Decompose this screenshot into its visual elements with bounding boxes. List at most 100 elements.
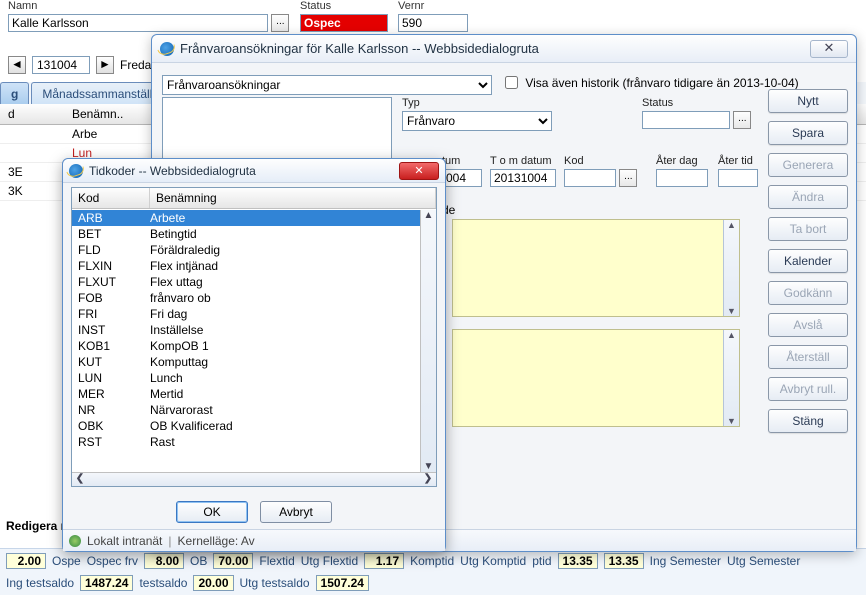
cell [8, 127, 72, 141]
list-item[interactable]: INSTInställelse [72, 322, 420, 338]
request-listbox[interactable] [162, 97, 392, 165]
close-button[interactable]: ✕ [810, 40, 848, 58]
list-item[interactable]: LUNLunch [72, 370, 420, 386]
code-cell: LUN [72, 371, 150, 385]
code-cell: MER [72, 387, 150, 401]
scroll-up-icon[interactable]: ▲ [421, 210, 436, 221]
list-item[interactable]: FOBfrånvaro ob [72, 290, 420, 306]
kod-input[interactable] [564, 169, 616, 187]
col-header-2[interactable]: Benämn.. [72, 107, 136, 121]
code-cell: KUT [72, 355, 150, 369]
summary-label: Utg Flextid [301, 554, 358, 568]
namn-lookup-button[interactable]: ... [271, 14, 289, 32]
kalender-button[interactable]: Kalender [768, 249, 848, 273]
name-cell: Föräldraledig [150, 243, 420, 257]
list-item[interactable]: FLXINFlex intjänad [72, 258, 420, 274]
date-prev-button[interactable]: ◄ [8, 56, 26, 74]
close-button[interactable]: ✕ [399, 162, 439, 180]
summary-value: 8.00 [144, 553, 184, 569]
to-date-input[interactable] [490, 169, 556, 187]
summary-label: Ospe [52, 554, 81, 568]
scroll-down-icon[interactable]: ▼ [421, 461, 436, 472]
name-cell: Komputtag [150, 355, 420, 369]
status-input[interactable] [300, 14, 388, 32]
nytt-button[interactable]: Nytt [768, 89, 848, 113]
scroll-right-icon[interactable]: ❯ [420, 473, 436, 486]
summary-label: testsaldo [139, 576, 187, 590]
cancel-button[interactable]: Avbryt [260, 501, 332, 523]
cell [8, 146, 72, 160]
code-cell: INST [72, 323, 150, 337]
name-cell: Arbete [150, 211, 420, 225]
list-item[interactable]: KUTKomputtag [72, 354, 420, 370]
summary-label: Komptid [410, 554, 454, 568]
vernr-input[interactable] [398, 14, 468, 32]
scroll-left-icon[interactable]: ❮ [72, 473, 88, 486]
scroll-down-icon[interactable]: ▼ [724, 416, 739, 426]
scroll-up-icon[interactable]: ▲ [724, 330, 739, 340]
notes-textarea-1[interactable]: ▲▼ [452, 219, 740, 317]
status2-lookup-button[interactable]: ... [733, 111, 751, 129]
col-header-benamning[interactable]: Benämning [150, 188, 436, 208]
list-item[interactable]: NRNärvarorast [72, 402, 420, 418]
list-item[interactable]: FLXUTFlex uttag [72, 274, 420, 290]
summary-label: Ing Semester [650, 554, 721, 568]
list-item[interactable]: KOB1KompOB 1 [72, 338, 420, 354]
atertid-input[interactable] [718, 169, 758, 187]
tab-current[interactable]: g [0, 82, 29, 105]
typ-select[interactable]: Frånvaro [402, 111, 552, 131]
list-item[interactable]: BETBetingtid [72, 226, 420, 242]
aterdag-input[interactable] [656, 169, 708, 187]
avsl--button: Avslå [768, 313, 848, 337]
scroll-up-icon[interactable]: ▲ [724, 220, 739, 230]
date-input[interactable] [32, 56, 90, 74]
status2-input[interactable] [642, 111, 730, 129]
code-cell: NR [72, 403, 150, 417]
name-cell: frånvaro ob [150, 291, 420, 305]
ok-button[interactable]: OK [176, 501, 248, 523]
col-header-kod[interactable]: Kod [72, 188, 150, 208]
list-item[interactable]: RSTRast [72, 434, 420, 450]
scroll-down-icon[interactable]: ▼ [724, 306, 739, 316]
namn-input[interactable] [8, 14, 268, 32]
cell: Arbe [72, 127, 136, 141]
code-cell: FLD [72, 243, 150, 257]
request-type-select[interactable]: Frånvaroansökningar [162, 75, 492, 95]
from-date-input[interactable] [442, 169, 482, 187]
dialog-title: Tidkoder -- Webbsidedialogruta [89, 164, 393, 178]
name-cell: Inställelse [150, 323, 420, 337]
from-date-label: tum [442, 155, 482, 167]
name-cell: Lunch [150, 371, 420, 385]
code-listbox[interactable]: Kod Benämning ARBArbeteBETBetingtidFLDFö… [71, 187, 437, 487]
kod-lookup-button[interactable]: ... [619, 169, 637, 187]
status-label: Status [300, 0, 388, 12]
generera-button: Generera [768, 153, 848, 177]
spara-button[interactable]: Spara [768, 121, 848, 145]
summary-label: Flextid [259, 554, 294, 568]
kod-label: Kod [564, 155, 637, 167]
summary-value: 1507.24 [316, 575, 369, 591]
notes-textarea-2[interactable]: ▲▼ [452, 329, 740, 427]
show-history-checkbox[interactable] [505, 76, 518, 89]
list-item[interactable]: ARBArbete [72, 210, 420, 226]
list-item[interactable]: OBKOB Kvalificerad [72, 418, 420, 434]
code-cell: FLXUT [72, 275, 150, 289]
name-cell: Flex intjänad [150, 259, 420, 273]
vernr-label: Vernr [398, 0, 468, 12]
summary-value: 2.00 [6, 553, 46, 569]
summary-label: ptid [532, 554, 551, 568]
name-cell: Rast [150, 435, 420, 449]
col-header-1[interactable]: d [8, 107, 72, 121]
name-cell: Flex uttag [150, 275, 420, 289]
list-item[interactable]: MERMertid [72, 386, 420, 402]
status-kernel: Kernelläge: Av [178, 534, 255, 548]
summary-bar: 2.00OspeOspec frv8.00OB70.00FlextidUtg F… [0, 548, 866, 595]
code-cell: FOB [72, 291, 150, 305]
intranet-icon [69, 535, 81, 547]
ie-icon [69, 164, 83, 178]
list-item[interactable]: FLDFöräldraledig [72, 242, 420, 258]
list-item[interactable]: FRIFri dag [72, 306, 420, 322]
date-next-button[interactable]: ► [96, 56, 114, 74]
st-ng-button[interactable]: Stäng [768, 409, 848, 433]
tidkoder-dialog: Tidkoder -- Webbsidedialogruta ✕ Kod Ben… [62, 158, 446, 552]
